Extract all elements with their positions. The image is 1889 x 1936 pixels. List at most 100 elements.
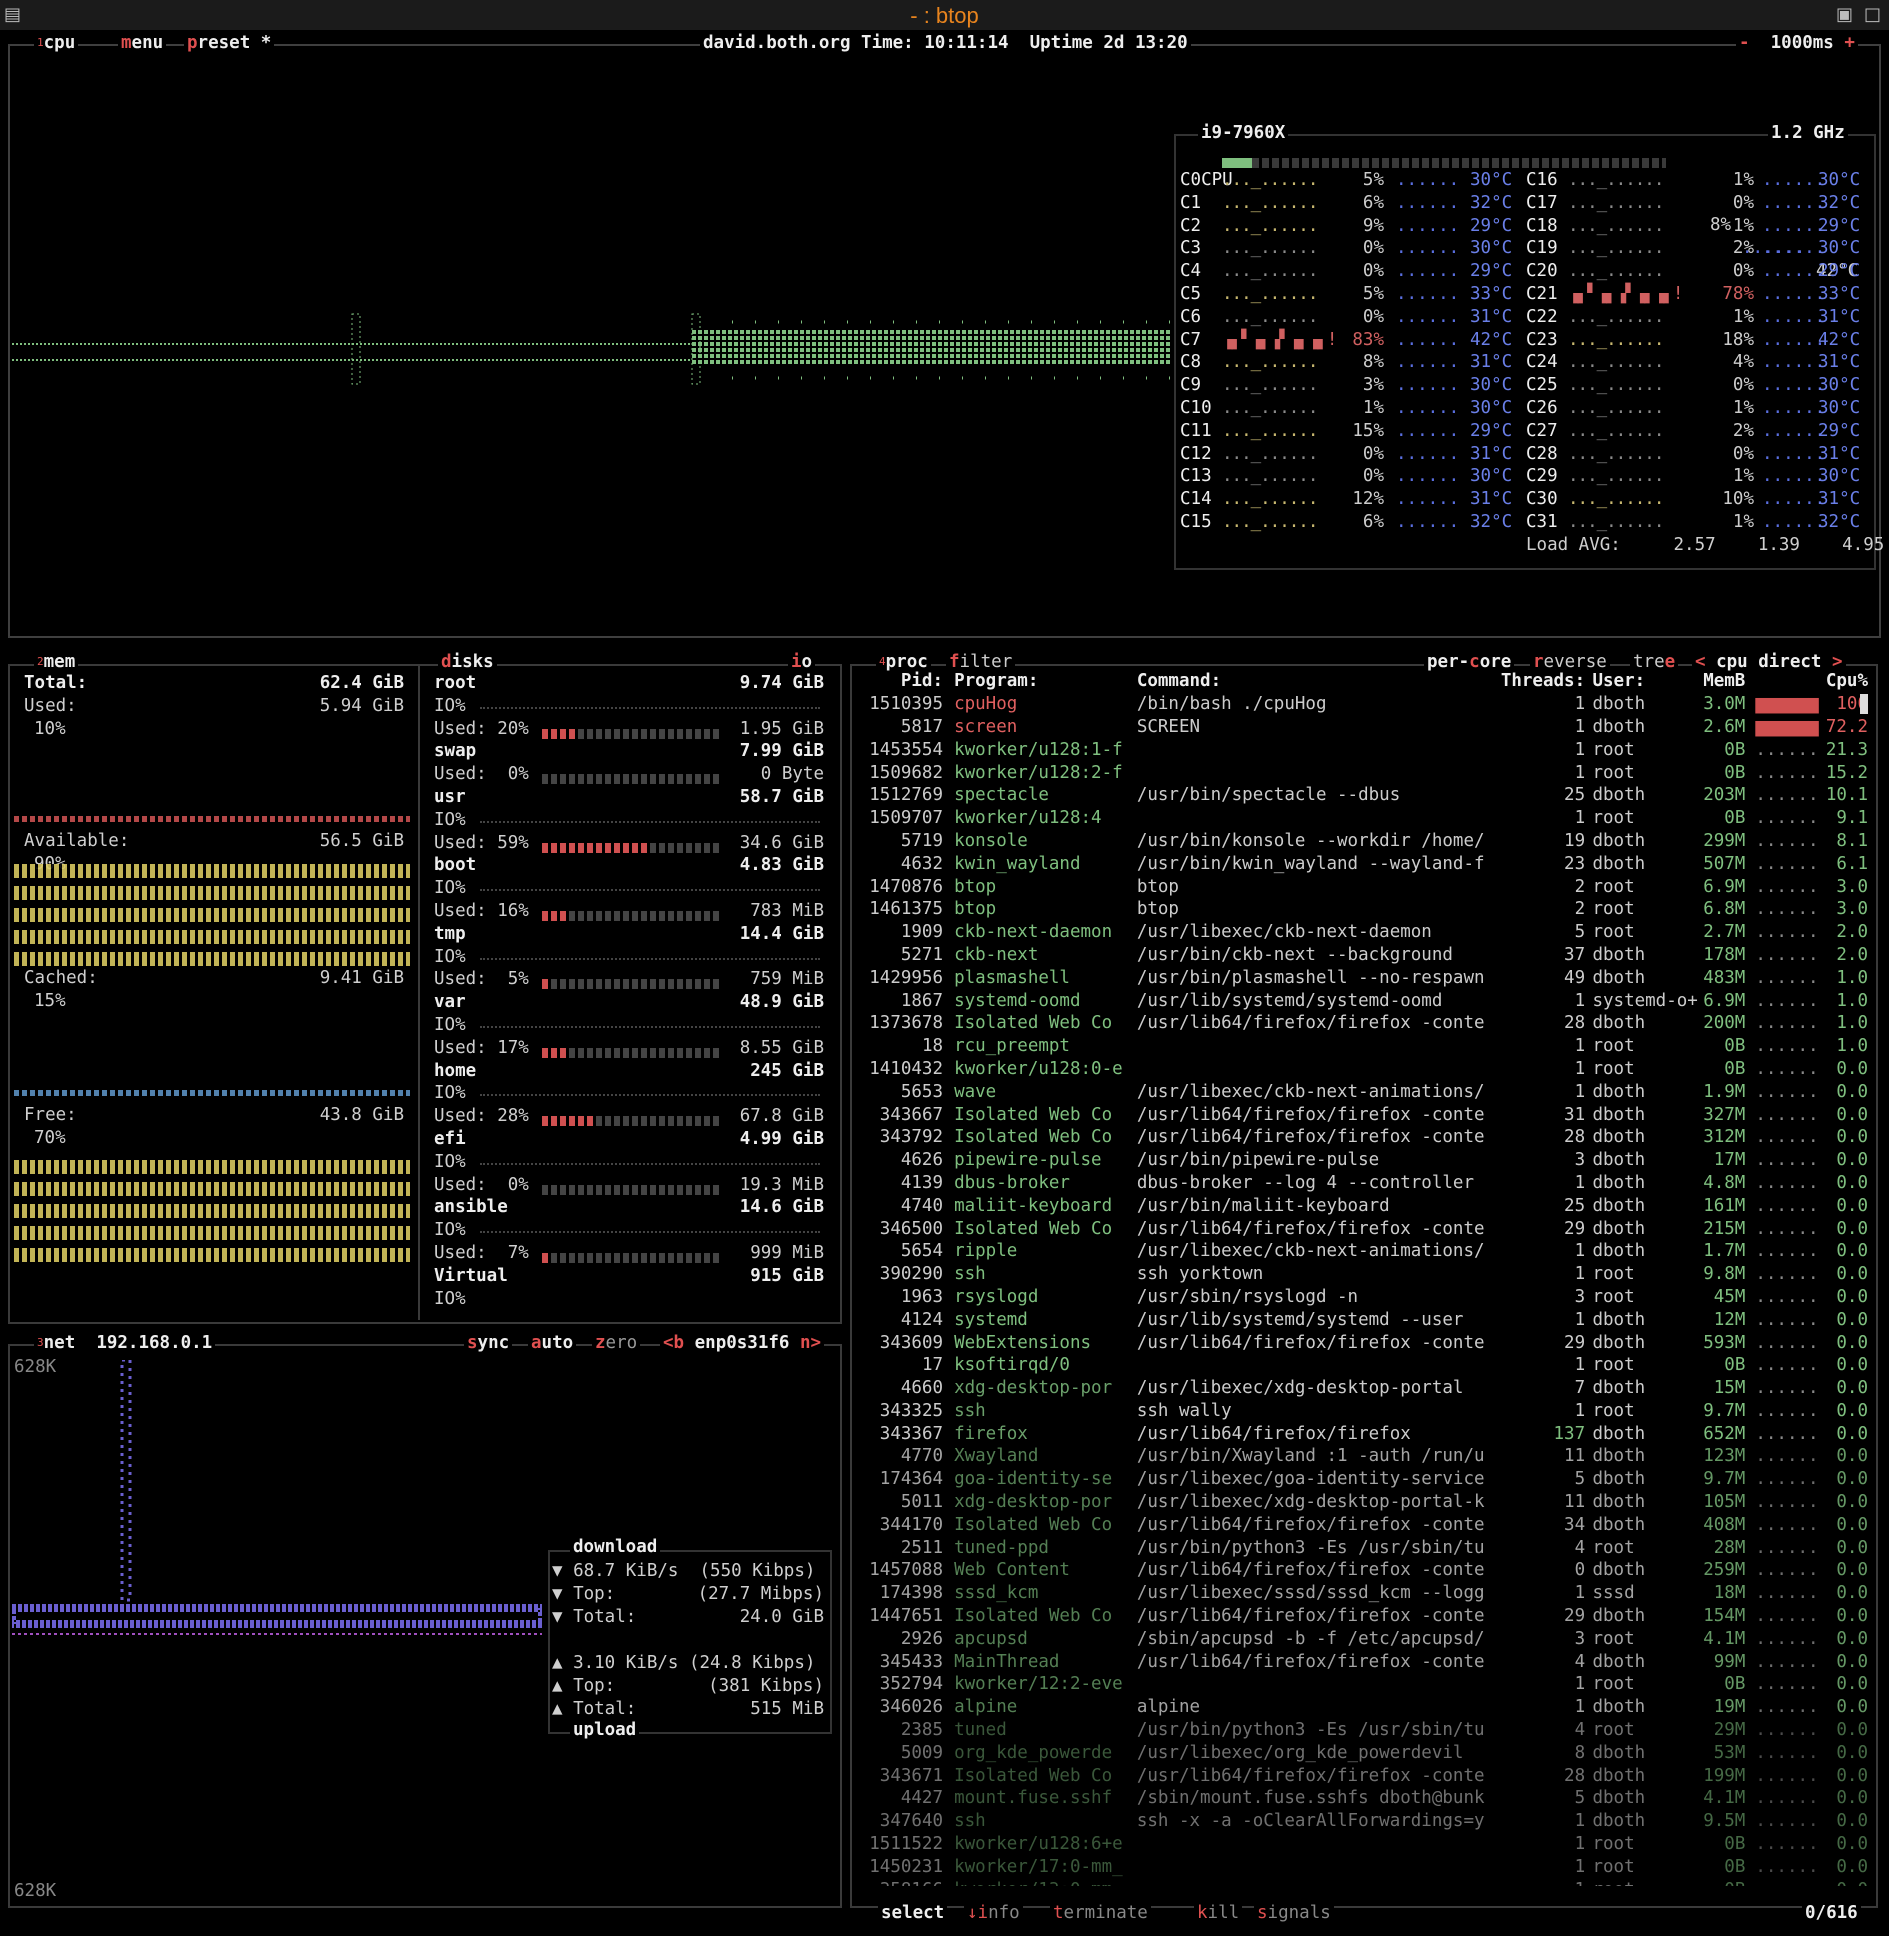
process-row[interactable]: 1447651 Isolated Web Co/usr/lib64/firefox… [858, 1605, 1868, 1628]
col-threads[interactable]: Threads: [1485, 670, 1585, 693]
process-row[interactable]: 343667 Isolated Web Co/usr/lib64/firefox/… [858, 1103, 1868, 1126]
col-mem[interactable]: MemB [1698, 670, 1745, 693]
process-row[interactable]: 346500 Isolated Web Co/usr/lib64/firefox/… [858, 1217, 1868, 1240]
process-row[interactable]: 1453554 kworker/u128:1-f 1 root 0B...... 21.3 [858, 738, 1868, 761]
net-tab[interactable]: 3net 192.168.0.1 [34, 1332, 216, 1354]
col-pid[interactable]: Pid: [858, 670, 943, 693]
process-row[interactable]: 18 rcu_preempt 1 root 0B...... 1.0 [858, 1035, 1868, 1058]
process-row[interactable]: 1470876 btop btop 2 root 6.9M...... 3.0 [858, 875, 1868, 898]
process-row[interactable]: 347640 ssh ssh -x -a -oClearAllForwardings… [858, 1810, 1868, 1833]
terminate-button[interactable]: terminate [1050, 1902, 1151, 1924]
td-mem: 0B [1698, 1878, 1745, 1886]
process-row[interactable]: 1457088 Web Content/usr/lib64/firefox/fir… [858, 1559, 1868, 1582]
process-row[interactable]: 390290 ssh ssh yorktown 1 root 9.8M...... 0.0 [858, 1263, 1868, 1286]
process-row[interactable]: 343792 Isolated Web Co/usr/lib64/firefox/… [858, 1126, 1868, 1149]
process-row[interactable]: 1450231 kworker/17:0-mm_ 1 root 0B...... 0.0 [858, 1855, 1868, 1878]
menu-button[interactable]: menu [118, 32, 167, 54]
process-row[interactable]: 2926 apcupsd/sbin/apcupsd -b -f /etc/apcu… [858, 1627, 1868, 1650]
process-row[interactable]: 343325 ssh ssh wally 1 root 9.7M...... 0.0 [858, 1400, 1868, 1423]
td-pid: 4632 [900, 853, 944, 874]
process-row[interactable]: 1511522 kworker/u128:6+e 1 root 0B...... 0.0 [858, 1833, 1868, 1856]
td-pid: 1470876 [869, 876, 944, 897]
process-row[interactable]: 1410432 kworker/u128:0-e 1 root 0B...... 0.0 [858, 1058, 1868, 1081]
process-row[interactable]: 4660 xdg-desktop-por/usr/libexec/xdg-desk… [858, 1377, 1868, 1400]
kill-button[interactable]: kill [1194, 1902, 1243, 1924]
process-row[interactable]: 1509707 kworker/u128:4 1 root 0B...... 9.1 [858, 807, 1868, 830]
process-row[interactable]: 5011 xdg-desktop-por/usr/libexec/xdg-desk… [858, 1491, 1868, 1514]
core-label: C5 [1180, 284, 1202, 304]
core-temp: 31°C [1818, 352, 1861, 373]
process-row[interactable]: 1867 systemd-oomd/usr/lib/systemd/systemd… [858, 989, 1868, 1012]
process-row[interactable]: 4740 maliit-keyboard/usr/bin/maliit-keybo… [858, 1194, 1868, 1217]
process-row[interactable]: 1510395 cpuHog/bin/bash ./cpuHog 1 dboth 3.0… [858, 693, 1868, 716]
td-user: dboth [1592, 1378, 1646, 1399]
td-program: org_kde_powerde [954, 1742, 1113, 1763]
process-row[interactable]: 344170 Isolated Web Co/usr/lib64/firefox/… [858, 1513, 1868, 1536]
mem-tab[interactable]: 2mem [34, 651, 79, 673]
process-row[interactable]: 174398 sssd_kcm/usr/libexec/sssd/sssd_kcm… [858, 1582, 1868, 1605]
process-row[interactable]: 345433 MainThread/usr/lib64/firefox/firef… [858, 1650, 1868, 1673]
td-user: root [1592, 762, 1635, 783]
process-row[interactable]: 5719 konsole/usr/bin/konsole --workdir /h… [858, 830, 1868, 853]
cpu-core-row: C28 ..._...... 0%...... 31°C [1526, 443, 1866, 466]
process-row[interactable]: 1373678 Isolated Web Co/usr/lib64/firefox… [858, 1012, 1868, 1035]
core-pct: 0% [1732, 261, 1754, 282]
td-threads: 8 [1574, 1742, 1586, 1763]
process-row[interactable]: 5654 ripple/usr/libexec/ckb-next-animatio… [858, 1240, 1868, 1263]
process-row[interactable]: 343671 Isolated Web Co/usr/lib64/firefox/… [858, 1764, 1868, 1787]
process-row[interactable]: 17 ksoftirqd/0 1 root 0B...... 0.0 [858, 1354, 1868, 1377]
process-row[interactable]: 2385 tuned/usr/bin/python3 -Es /usr/sbin/… [858, 1719, 1868, 1742]
process-row[interactable]: 4427 mount.fuse.sshf/sbin/mount.fuse.sshf… [858, 1787, 1868, 1810]
process-row[interactable]: 174364 goa-identity-se/usr/libexec/goa-id… [858, 1468, 1868, 1491]
core-label: C6 [1180, 306, 1202, 327]
process-row[interactable]: 5653 wave/usr/libexec/ckb-next-animations… [858, 1080, 1868, 1103]
close-icon[interactable]: □ [1864, 4, 1881, 25]
net-zero-toggle[interactable]: zero [592, 1332, 641, 1354]
td-user: dboth [1592, 1104, 1646, 1125]
process-row[interactable]: 4139 dbus-broker dbus-broker --log 4 --con… [858, 1172, 1868, 1195]
update-rate[interactable]: - 1000ms + [1736, 32, 1858, 54]
td-command: /usr/lib64/firefox/firefox -conte [1136, 1606, 1485, 1627]
process-row[interactable]: 1429956 plasmashell/usr/bin/plasmashell -… [858, 966, 1868, 989]
col-user[interactable]: User: [1592, 670, 1697, 693]
process-row[interactable]: 1963 rsyslogd/usr/sbin/rsyslogd -n 3 root 45… [858, 1286, 1868, 1309]
td-cpu: 0.0 [1836, 1127, 1868, 1148]
cpu-core-row: C20 ..._...... 0%...... 29°C [1526, 260, 1866, 283]
process-row[interactable]: 343609 WebExtensions/usr/lib64/firefox/fi… [858, 1331, 1868, 1354]
process-row[interactable]: 358166 kworker/13:0-mm_ 1 root0B......0.0 [858, 1878, 1868, 1886]
process-row[interactable]: 352794 kworker/12:2-eve 1 root 0B...... 0.0 [858, 1673, 1868, 1696]
disks-tab[interactable]: disks [438, 651, 497, 673]
process-row[interactable]: 5817 screen SCREEN 1 dboth 2.6M ▆▆▆▆▆▆ 72.2 [858, 716, 1868, 739]
process-row[interactable]: 1909 ckb-next-daemon/usr/libexec/ckb-next… [858, 921, 1868, 944]
process-row[interactable]: 343367 firefox/usr/lib64/firefox/firefox 1… [858, 1422, 1868, 1445]
process-row[interactable]: 4770 Xwayland/usr/bin/Xwayland :1 -auth /… [858, 1445, 1868, 1468]
process-row[interactable]: 4632 kwin_wayland/usr/bin/kwin_wayland --… [858, 852, 1868, 875]
signals-button[interactable]: signals [1254, 1902, 1334, 1924]
info-button[interactable]: ↓info [964, 1902, 1023, 1924]
process-row[interactable]: 2511 tuned-ppd/usr/bin/python3 -Es /usr/s… [858, 1536, 1868, 1559]
td-cpu: 0.0 [1836, 1492, 1868, 1513]
col-cpu[interactable]: Cpu% [1819, 670, 1868, 693]
proc-scrollbar-thumb[interactable] [1860, 694, 1868, 714]
core-pct: 83% [1352, 329, 1384, 350]
net-interface-select[interactable]: <b enp0s31f6 n> [660, 1332, 825, 1354]
process-row[interactable]: 4626 pipewire-pulse/usr/bin/pipewire-puls… [858, 1149, 1868, 1172]
td-threads: 1 [1574, 1811, 1586, 1832]
net-auto-toggle[interactable]: auto [528, 1332, 577, 1354]
process-row[interactable]: 5009 org_kde_powerde/usr/libexec/org_kde_… [858, 1741, 1868, 1764]
process-row[interactable]: 4124 systemd/usr/lib/systemd/systemd --us… [858, 1308, 1868, 1331]
preset-button[interactable]: preset * [184, 32, 275, 54]
io-toggle[interactable]: io [788, 651, 816, 673]
col-command[interactable]: Command: [1137, 670, 1485, 693]
process-row[interactable]: 1512769 spectacle/usr/bin/spectacle --dbu… [858, 784, 1868, 807]
td-pid: 1457088 [869, 1560, 944, 1581]
col-program[interactable]: Program: [954, 670, 1137, 693]
process-row[interactable]: 5271 ckb-next/usr/bin/ckb-next --backgrou… [858, 944, 1868, 967]
process-row[interactable]: 346026 alpine alpine 1 dboth 19M...... 0.0 [858, 1696, 1868, 1719]
maximize-icon[interactable]: ▣ [1836, 4, 1853, 25]
process-row[interactable]: 1509682 kworker/u128:2-f 1 root 0B...... 15.2 [858, 761, 1868, 784]
cpu-tab[interactable]: 1cpu [34, 32, 79, 54]
process-row[interactable]: 1461375 btop btop 2 root 6.8M...... 3.0 [858, 898, 1868, 921]
net-sync-toggle[interactable]: sync [464, 1332, 513, 1354]
cpu-core-row: C11 ..._...... 15%...... 29°C [1180, 420, 1520, 443]
